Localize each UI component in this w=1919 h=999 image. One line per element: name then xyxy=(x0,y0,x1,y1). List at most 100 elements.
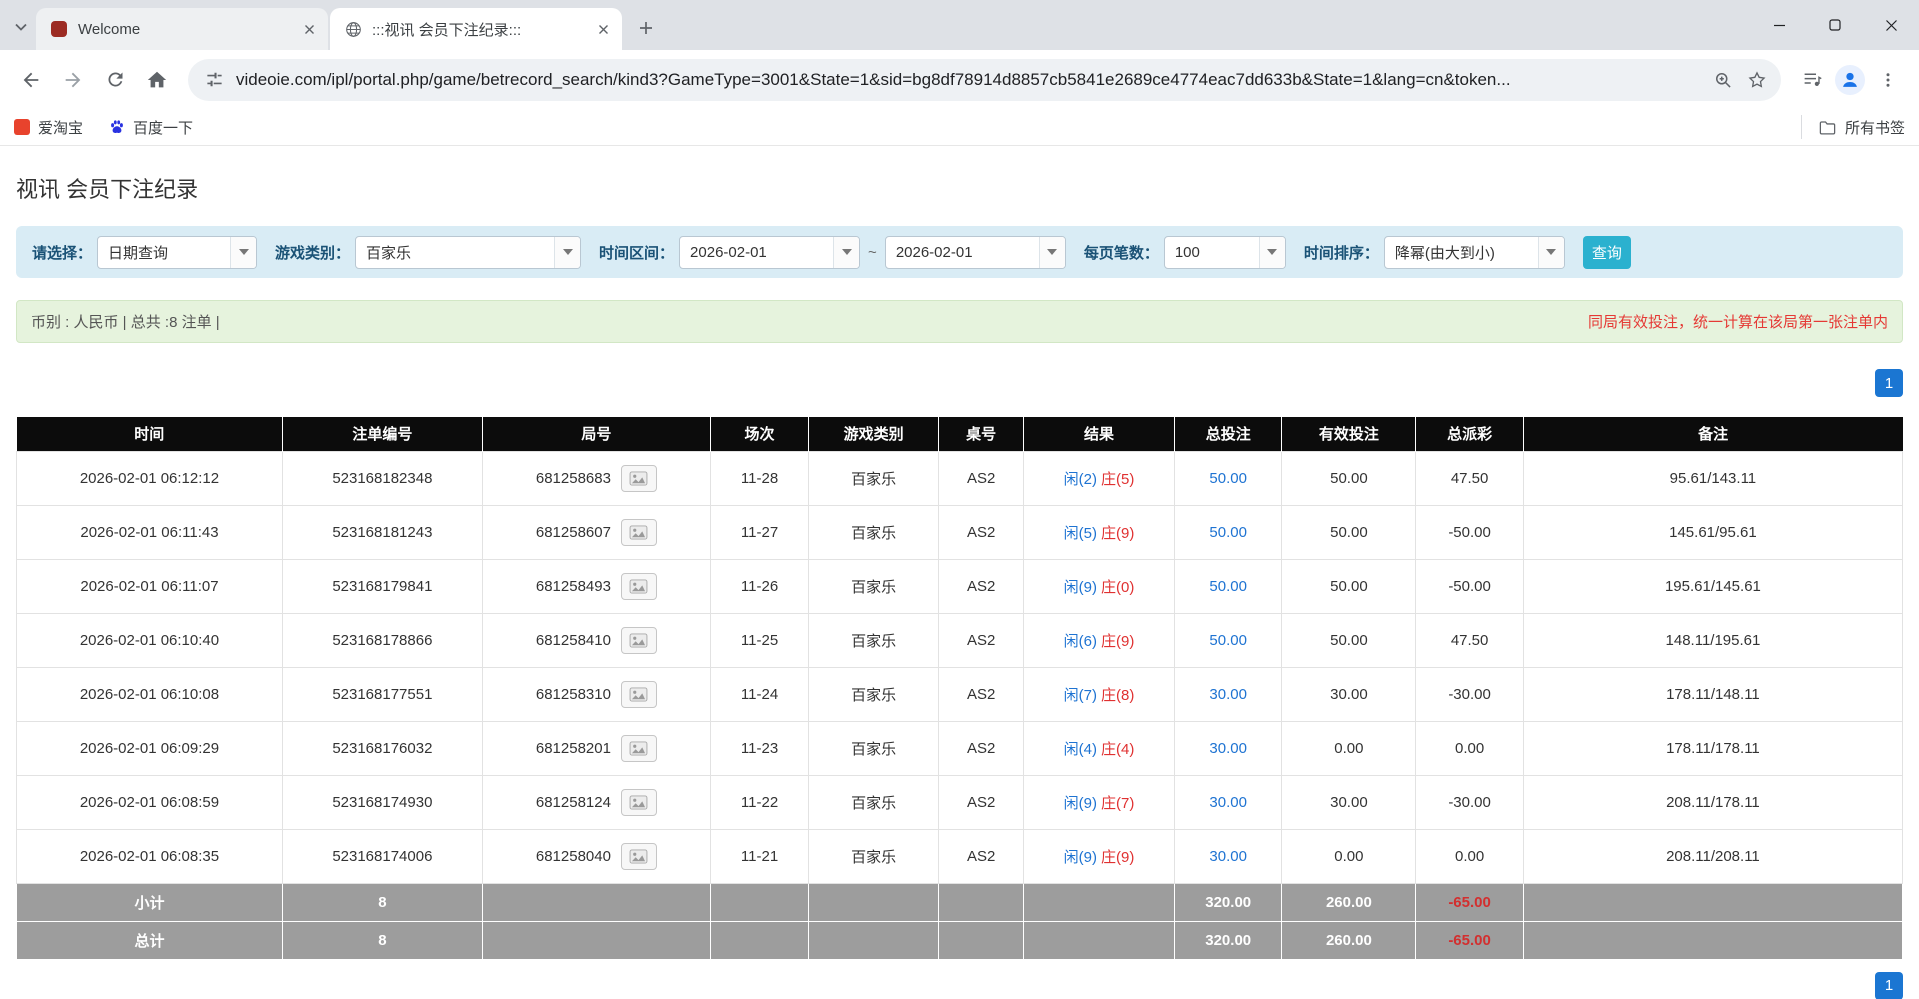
close-button[interactable] xyxy=(1863,0,1919,50)
date-to-select[interactable]: 2026-02-01 xyxy=(885,236,1066,269)
total-bet-link[interactable]: 50.00 xyxy=(1209,578,1247,595)
bookmarks-bar: 爱淘宝 百度一下 所有书签 xyxy=(0,109,1919,146)
view-roadmap-button[interactable] xyxy=(621,573,657,600)
result-banker: 庄(9) xyxy=(1101,633,1134,650)
cell-payout: -50.00 xyxy=(1416,505,1524,559)
view-roadmap-button[interactable] xyxy=(621,789,657,816)
forward-button[interactable] xyxy=(54,61,92,99)
chevron-down-icon[interactable] xyxy=(833,237,859,268)
roadmap-icon xyxy=(629,633,648,648)
all-bookmarks-button[interactable]: 所有书签 xyxy=(1801,115,1905,139)
chevron-down-icon[interactable] xyxy=(554,237,580,268)
pagination-page-button[interactable]: 1 xyxy=(1875,972,1903,999)
total-bet-link[interactable]: 50.00 xyxy=(1209,470,1247,487)
bookmark-star-icon[interactable] xyxy=(1745,68,1769,92)
cell-payout: 47.50 xyxy=(1416,451,1524,505)
tab-overview-button[interactable] xyxy=(6,10,36,44)
tab-title: :::视讯 会员下注纪录::: xyxy=(372,19,582,40)
bookmark-baidu[interactable]: 百度一下 xyxy=(109,117,193,138)
new-tab-button[interactable] xyxy=(630,12,662,44)
browser-tab-betrecord[interactable]: :::视讯 会员下注纪录::: xyxy=(330,8,622,50)
search-button[interactable]: 查询 xyxy=(1583,236,1631,269)
cell-round: 681258410 xyxy=(482,613,710,667)
cell-game-type: 百家乐 xyxy=(809,505,939,559)
back-button[interactable] xyxy=(12,61,50,99)
view-roadmap-button[interactable] xyxy=(621,735,657,762)
cell-time: 2026-02-01 06:08:59 xyxy=(17,775,283,829)
cell-time: 2026-02-01 06:12:12 xyxy=(17,451,283,505)
bookmark-label: 百度一下 xyxy=(133,117,193,138)
cell-game-type: 百家乐 xyxy=(809,829,939,883)
cell-time: 2026-02-01 06:11:07 xyxy=(17,559,283,613)
media-controls-button[interactable] xyxy=(1793,61,1831,99)
table-footer: 小计 8 320.00 260.00 -65.00 总计 8 xyxy=(17,883,1903,959)
game-type-select[interactable]: 百家乐 xyxy=(355,236,581,269)
cell-total-bet: 30.00 xyxy=(1174,775,1282,829)
site-settings-icon[interactable] xyxy=(202,68,226,92)
view-roadmap-button[interactable] xyxy=(621,465,657,492)
date-range-label: 时间区间： xyxy=(599,242,674,263)
welcome-tab-favicon xyxy=(50,20,68,38)
minimize-icon xyxy=(1773,19,1786,32)
chevron-down-icon[interactable] xyxy=(1259,237,1285,268)
cell-valid-bet: 0.00 xyxy=(1282,829,1416,883)
cell-valid-bet: 50.00 xyxy=(1282,613,1416,667)
cell-table-no: AS2 xyxy=(939,667,1024,721)
browser-tab-welcome[interactable]: Welcome xyxy=(36,8,328,50)
chevron-down-icon[interactable] xyxy=(1538,237,1564,268)
bookmark-aitaobao[interactable]: 爱淘宝 xyxy=(14,117,83,138)
view-roadmap-button[interactable] xyxy=(621,519,657,546)
minimize-button[interactable] xyxy=(1751,0,1807,50)
per-page-select[interactable]: 100 xyxy=(1164,236,1286,269)
view-roadmap-button[interactable] xyxy=(621,627,657,654)
home-button[interactable] xyxy=(138,61,176,99)
plus-icon xyxy=(638,20,654,36)
total-bet-link[interactable]: 50.00 xyxy=(1209,632,1247,649)
tab-close-icon[interactable] xyxy=(592,18,614,40)
result-player: 闲(9) xyxy=(1064,849,1097,866)
total-bet-link[interactable]: 30.00 xyxy=(1209,794,1247,811)
cell-payout: 0.00 xyxy=(1416,721,1524,775)
total-bet-link[interactable]: 30.00 xyxy=(1209,686,1247,703)
game-type-label: 游戏类别： xyxy=(275,242,350,263)
url-text[interactable]: videoie.com/ipl/portal.php/game/betrecor… xyxy=(236,70,1701,90)
roadmap-icon xyxy=(629,795,648,810)
query-type-select[interactable]: 日期查询 xyxy=(97,236,257,269)
chevron-down-icon[interactable] xyxy=(230,237,256,268)
view-roadmap-button[interactable] xyxy=(621,681,657,708)
cell-round: 681258607 xyxy=(482,505,710,559)
total-bet-link[interactable]: 50.00 xyxy=(1209,524,1247,541)
table-row: 2026-02-01 06:12:12 523168182348 6812586… xyxy=(17,451,1903,505)
url-bar[interactable]: videoie.com/ipl/portal.php/game/betrecor… xyxy=(188,59,1781,101)
cell-bet-id: 523168174930 xyxy=(282,775,482,829)
globe-favicon-icon xyxy=(344,20,362,38)
browser-menu-button[interactable] xyxy=(1869,61,1907,99)
maximize-button[interactable] xyxy=(1807,0,1863,50)
pagination-page-button[interactable]: 1 xyxy=(1875,369,1903,397)
sort-order-select[interactable]: 降幂(由大到小) xyxy=(1384,236,1565,269)
total-bet-link[interactable]: 30.00 xyxy=(1209,848,1247,865)
profile-avatar[interactable] xyxy=(1835,65,1865,95)
total-bet-link[interactable]: 30.00 xyxy=(1209,740,1247,757)
roadmap-icon xyxy=(629,687,648,702)
cell-session: 11-25 xyxy=(711,613,809,667)
cell-remark: 95.61/143.11 xyxy=(1523,451,1902,505)
filter-bar: 请选择： 日期查询 游戏类别： 百家乐 时间区间： 2026-02-01 ~ 2… xyxy=(16,226,1903,278)
cell-result: 闲(9)庄(9) xyxy=(1024,829,1175,883)
cell-result: 闲(9)庄(7) xyxy=(1024,775,1175,829)
zoom-icon[interactable] xyxy=(1711,68,1735,92)
refresh-button[interactable] xyxy=(96,61,134,99)
chevron-down-icon[interactable] xyxy=(1039,237,1065,268)
folder-icon xyxy=(1818,118,1837,137)
view-roadmap-button[interactable] xyxy=(621,843,657,870)
cell-session: 11-28 xyxy=(711,451,809,505)
cell-round: 681258201 xyxy=(482,721,710,775)
cell-table-no: AS2 xyxy=(939,829,1024,883)
table-header: 时间 注单编号 局号 场次 游戏类别 桌号 结果 总投注 有效投注 总派彩 备注 xyxy=(17,417,1903,451)
cell-bet-id: 523168174006 xyxy=(282,829,482,883)
cell-payout: 0.00 xyxy=(1416,829,1524,883)
cell-game-type: 百家乐 xyxy=(809,613,939,667)
date-from-select[interactable]: 2026-02-01 xyxy=(679,236,860,269)
pagination-bottom: 1 xyxy=(16,972,1903,999)
tab-close-icon[interactable] xyxy=(298,18,320,40)
